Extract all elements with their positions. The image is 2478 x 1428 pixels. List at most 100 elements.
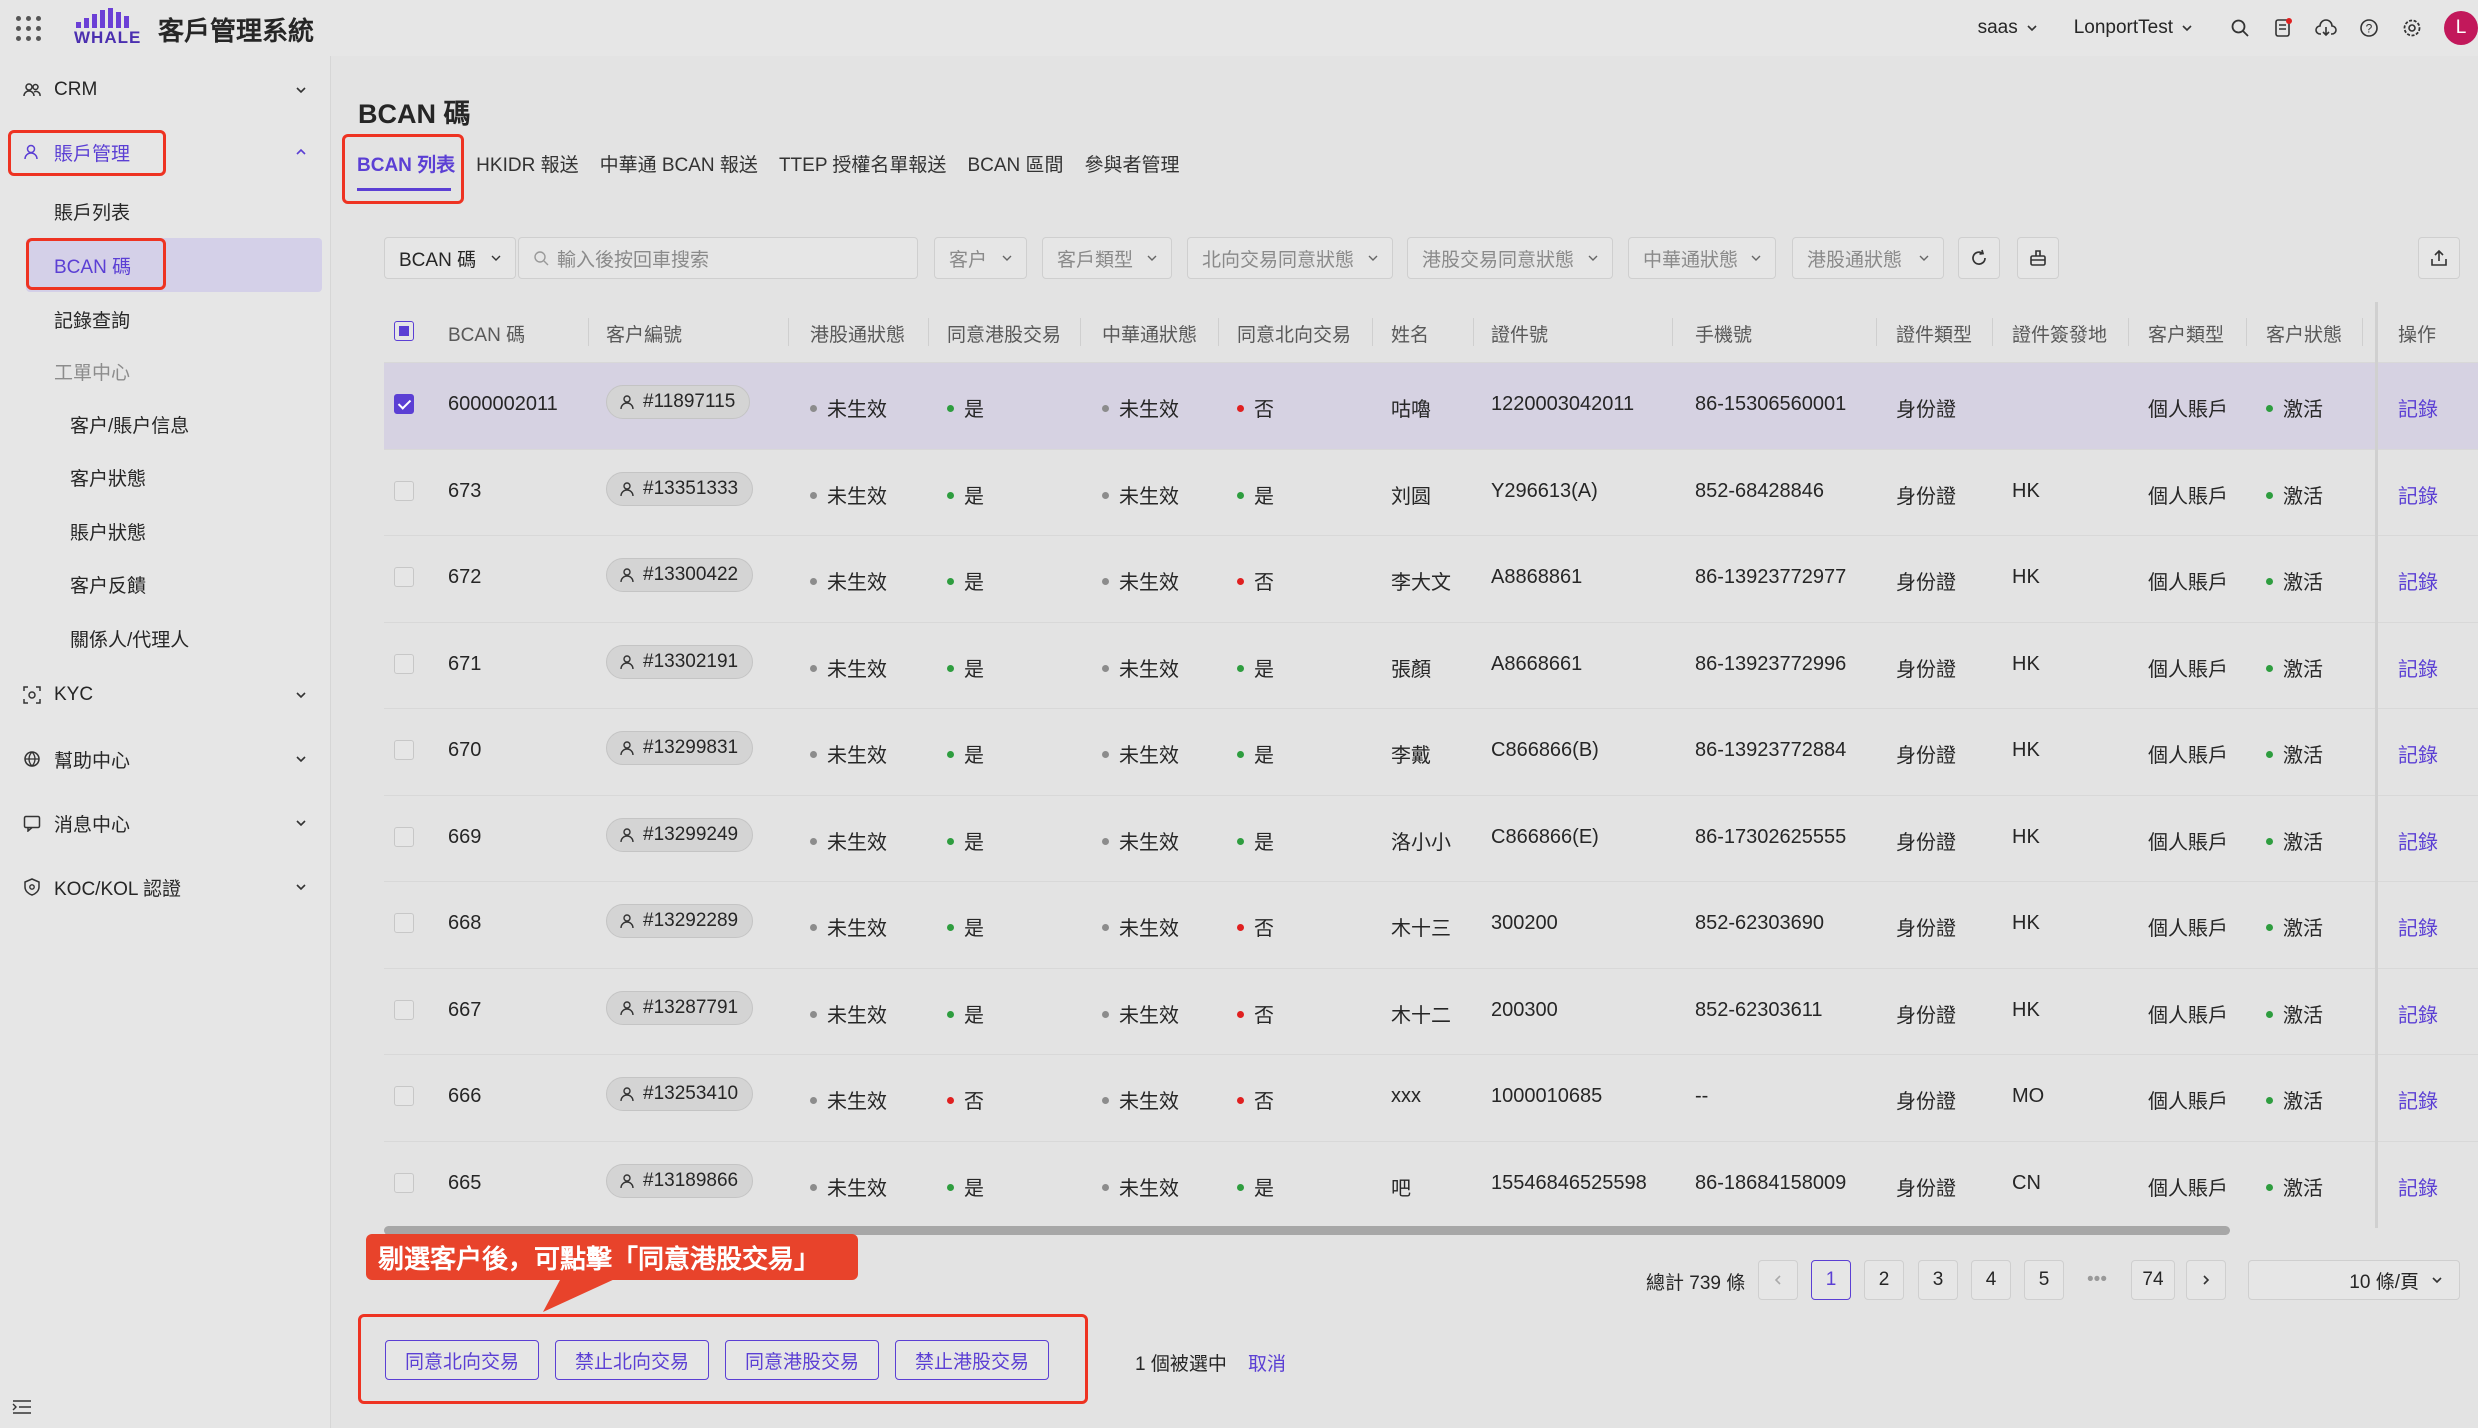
customer-tag[interactable]: #13299249 (606, 817, 754, 852)
col-name[interactable]: 姓名 (1391, 320, 1429, 347)
table-row[interactable]: 670 #13299831 未生效 是 未生效 是 李戴 C866866(B) 86-13923… (384, 708, 2478, 795)
notification-document-icon[interactable] (2272, 17, 2294, 39)
hk-trade-consent-filter[interactable]: 港股交易同意狀態 (1407, 237, 1613, 279)
next-page-button[interactable] (2186, 1260, 2226, 1300)
sidebar-item-account-list[interactable]: 賬戶列表 (0, 198, 330, 224)
page-button-5[interactable]: 5 (2024, 1260, 2064, 1300)
sidebar-item-record-query[interactable]: 記錄查詢 (0, 306, 330, 332)
prev-page-button[interactable] (1758, 1260, 1798, 1300)
row-checkbox[interactable] (394, 480, 414, 501)
record-link[interactable]: 記錄 (2398, 912, 2438, 941)
page-button-2[interactable]: 2 (1864, 1260, 1904, 1300)
customer-tag[interactable]: #13351333 (606, 471, 754, 506)
table-row[interactable]: 671 #13302191 未生效 是 未生效 是 張顏 A8668661 86-1392377… (384, 621, 2478, 709)
refresh-button[interactable] (1958, 237, 2000, 279)
col-id-number[interactable]: 證件號 (1491, 320, 1548, 347)
collapse-menu-icon[interactable] (12, 1398, 32, 1416)
user-avatar[interactable]: L (2444, 11, 2478, 45)
sidebar-item-message-center[interactable]: 消息中心 (0, 805, 330, 841)
page-button-1[interactable]: 1 (1811, 1260, 1851, 1300)
customer-tag[interactable]: #13299831 (606, 731, 754, 765)
forbid-northbound-button[interactable]: 禁止北向交易 (555, 1340, 709, 1380)
search-box[interactable]: 輸入後按回車搜索 (518, 237, 918, 279)
sidebar-item-work-2[interactable]: 賬户狀態 (0, 518, 330, 544)
customer-tag[interactable]: #13253410 (606, 1077, 754, 1111)
row-checkbox[interactable] (394, 1086, 414, 1106)
col-agree-northbound[interactable]: 同意北向交易 (1237, 320, 1351, 347)
tab-ttep[interactable]: TTEP 授權名單報送 (779, 150, 947, 177)
cancel-selection-link[interactable]: 取消 (1248, 1349, 1286, 1376)
row-checkbox[interactable] (394, 913, 414, 933)
page-button-3[interactable]: 3 (1918, 1260, 1958, 1300)
col-customer-no[interactable]: 客户編號 (606, 320, 682, 347)
customer-tag[interactable]: #13292289 (606, 904, 754, 938)
help-icon[interactable]: ? (2358, 17, 2380, 39)
record-link[interactable]: 記錄 (2398, 566, 2438, 595)
allow-hk-trade-button[interactable]: 同意港股交易 (725, 1340, 879, 1380)
record-link[interactable]: 記錄 (2398, 480, 2438, 509)
sidebar-item-work-1[interactable]: 客户狀態 (0, 464, 330, 490)
sidebar-item-koc-kol[interactable]: KOC/KOL 認證 (0, 869, 330, 905)
customer-type-filter[interactable]: 客戶類型 (1042, 237, 1172, 279)
hk-status-filter[interactable]: 港股通狀態 (1792, 237, 1944, 279)
sidebar-item-work-0[interactable]: 客户/賬户信息 (0, 411, 330, 437)
user-select[interactable]: LonportTest (2074, 17, 2193, 39)
page-ellipsis[interactable]: ••• (2077, 1260, 2117, 1300)
record-link[interactable]: 記錄 (2398, 653, 2438, 682)
record-link[interactable]: 記錄 (2398, 999, 2438, 1028)
page-button-last[interactable]: 74 (2131, 1260, 2175, 1300)
sidebar-item-work-3[interactable]: 客户反饋 (0, 571, 330, 597)
settings-gear-icon[interactable] (2401, 17, 2423, 39)
col-phone[interactable]: 手機號 (1695, 320, 1752, 347)
tab-hkidr[interactable]: HKIDR 報送 (476, 150, 578, 177)
clear-filters-button[interactable] (2017, 237, 2059, 279)
col-id-issue-place[interactable]: 證件簽發地 (2012, 320, 2107, 347)
row-checkbox[interactable] (394, 394, 414, 414)
record-link[interactable]: 記錄 (2398, 1085, 2438, 1114)
table-row[interactable]: 673 #13351333 未生效 是 未生效 是 刘圆 Y296613(A) 852-6842… (384, 448, 2478, 536)
search-icon[interactable] (2229, 17, 2251, 39)
sidebar-item-work-4[interactable]: 關係人/代理人 (0, 625, 330, 651)
customer-tag[interactable]: #13302191 (606, 644, 754, 679)
tab-bcan-range[interactable]: BCAN 區間 (967, 150, 1063, 177)
record-link[interactable]: 記錄 (2398, 1172, 2438, 1201)
allow-northbound-button[interactable]: 同意北向交易 (385, 1340, 539, 1380)
table-row[interactable]: 665 #13189866 未生效 是 未生效 是 吧 15546846525598 86-18… (384, 1140, 2478, 1228)
customer-tag[interactable]: #13300422 (606, 558, 754, 592)
cloud-download-icon[interactable] (2315, 17, 2337, 39)
page-button-4[interactable]: 4 (1971, 1260, 2011, 1300)
customer-filter[interactable]: 客户 (934, 237, 1027, 279)
col-bcan[interactable]: BCAN 碼 (448, 320, 525, 347)
table-row[interactable]: 668 #13292289 未生效 是 未生效 否 木十三 300200 852-6230369… (384, 881, 2478, 968)
row-checkbox[interactable] (394, 999, 414, 1020)
row-checkbox[interactable] (394, 826, 414, 847)
table-row[interactable]: 667 #13287791 未生效 是 未生效 否 木十二 200300 852-6230361… (384, 967, 2478, 1055)
table-row[interactable]: 666 #13253410 未生效 否 未生效 否 xxx 1000010685 -- 身份證 MO… (384, 1054, 2478, 1141)
col-agree-hk-trade[interactable]: 同意港股交易 (947, 320, 1061, 347)
row-checkbox[interactable] (394, 1172, 414, 1193)
forbid-hk-trade-button[interactable]: 禁止港股交易 (895, 1340, 1049, 1380)
tenant-select[interactable]: saas (1978, 17, 2038, 39)
sidebar-item-help-center[interactable]: 幫助中心 (0, 741, 330, 777)
tab-zht-bcan[interactable]: 中華通 BCAN 報送 (600, 150, 758, 177)
record-link[interactable]: 記錄 (2398, 739, 2438, 768)
col-hk-connect-status[interactable]: 港股通狀態 (810, 320, 905, 347)
col-customer-status[interactable]: 客户狀態 (2266, 320, 2342, 347)
col-id-type[interactable]: 證件類型 (1896, 320, 1972, 347)
bcan-field-select[interactable]: BCAN 碼 (384, 237, 516, 279)
customer-tag[interactable]: #11897115 (606, 385, 751, 419)
table-row[interactable]: 6000002011 #11897115 未生效 是 未生效 否 咕嚕 12200030420… (384, 362, 2478, 449)
col-customer-type[interactable]: 客户類型 (2148, 320, 2224, 347)
northbound-consent-filter[interactable]: 北向交易同意狀態 (1187, 237, 1393, 279)
zht-status-filter[interactable]: 中華通狀態 (1628, 237, 1776, 279)
table-row[interactable]: 672 #13300422 未生效 是 未生效 否 李大文 A8868861 86-139237… (384, 535, 2478, 622)
tab-participants[interactable]: 參與者管理 (1085, 150, 1180, 177)
record-link[interactable]: 記錄 (2398, 826, 2438, 855)
table-row[interactable]: 669 #13299249 未生效 是 未生效 是 洛小小 C866866(E) 86-1730… (384, 794, 2478, 882)
col-zht-status[interactable]: 中華通狀態 (1102, 320, 1197, 347)
row-checkbox[interactable] (394, 567, 414, 587)
customer-tag[interactable]: #13189866 (606, 1163, 754, 1198)
sidebar-item-crm[interactable]: CRM (0, 72, 330, 108)
row-checkbox[interactable] (394, 740, 414, 760)
export-button[interactable] (2418, 237, 2460, 279)
